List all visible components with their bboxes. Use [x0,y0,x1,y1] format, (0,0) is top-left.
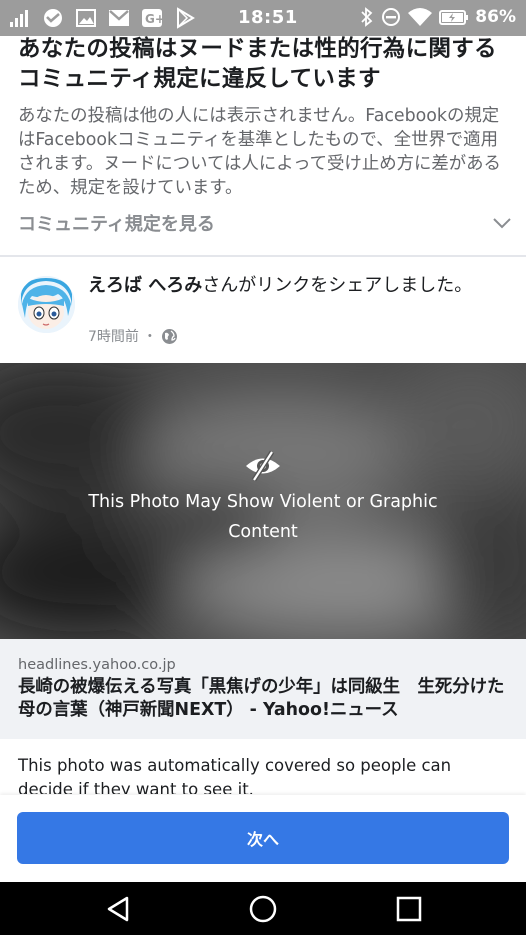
post-meta: 7時間前 ・ [88,326,178,346]
post-action: さんがリンクをシェアしました。 [202,275,473,296]
app-icon [44,9,62,27]
violation-description: あなたの投稿は他の人には表示されません。Facebookの規定はFacebook… [18,106,501,198]
community-standards-link[interactable]: コミュニティ規定を見る [18,210,215,236]
svg-text:G+: G+ [145,12,164,26]
avatar-illustration [18,276,75,333]
system-icons: 86% [359,6,516,28]
post-author[interactable]: えろば へろみ [88,275,202,296]
violation-title: あなたの投稿はヌードまたは性的行為に関するコミュニティ規定に違反しています [18,36,497,92]
globe-icon[interactable] [161,328,178,345]
chevron-down-icon[interactable] [492,216,512,230]
back-icon[interactable] [103,894,133,924]
screen: G+ 18:51 86% あなたの投稿はヌードまたは性的行為に関するコミュニティ… [0,0,526,935]
post-header-text: えろば へろみさんがリンクをシェアしました。 [88,274,498,298]
play-store-icon [177,7,195,29]
gmail-icon [109,10,129,26]
system-navigation-bar [0,882,526,935]
status-bar: G+ 18:51 86% [0,0,526,36]
link-domain: headlines.yahoo.co.jp [18,657,176,673]
auto-cover-note-text: This photo was automatically covered so … [18,756,452,794]
wifi-icon [408,8,433,26]
recents-icon[interactable] [394,894,424,924]
meta-separator: ・ [142,329,157,345]
next-button[interactable]: 次へ [17,812,509,864]
section-divider [0,255,526,257]
auto-cover-note: This photo was automatically covered so … [0,740,526,794]
graphic-content-warning: This Photo May Show Violent or Graphic C… [88,492,438,542]
battery-percent: 86% [475,7,516,27]
avatar[interactable] [18,276,75,333]
image-icon [76,9,96,27]
battery-icon [439,10,469,25]
bluetooth-icon [361,7,373,27]
signal-icon [10,10,28,27]
google-plus-icon: G+ [142,9,164,27]
post-time[interactable]: 7時間前 [88,326,139,346]
link-title[interactable]: 長崎の被爆伝える写真「黒焦げの少年」は同級生 生死分けた母の言葉（神戸新聞NEX… [18,676,514,722]
home-icon[interactable] [248,894,278,924]
eye-hidden-icon [246,450,280,482]
clock: 18:51 [238,7,298,28]
notification-icons: G+ [8,7,197,29]
community-standards-row[interactable]: コミュニティ規定を見る [18,208,512,238]
do-not-disturb-icon [382,8,401,26]
